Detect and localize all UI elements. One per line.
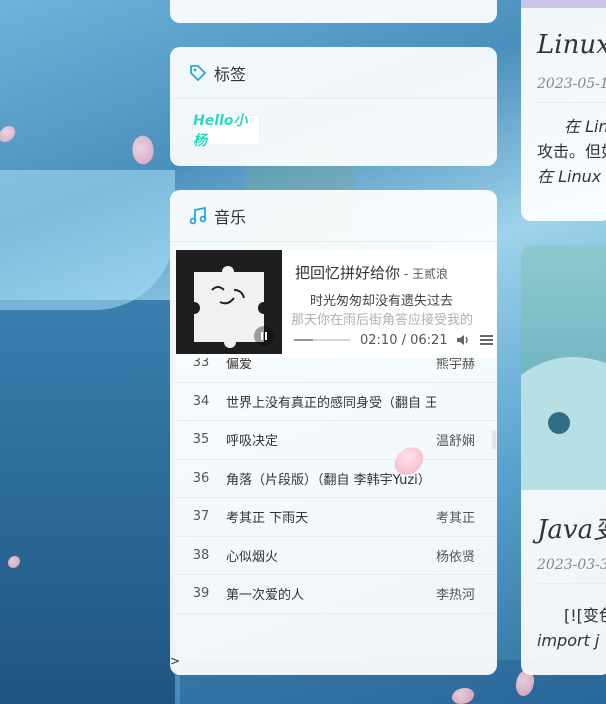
track-number: 38 <box>192 547 210 563</box>
track-name: 心似烟火 <box>226 549 279 565</box>
playlist-row[interactable]: 35 呼吸决定 温舒娴 <box>176 421 496 460</box>
time-total: 06:21 <box>410 332 448 348</box>
lyric-next: 那天你在雨后街角答应接受我的 <box>291 313 474 328</box>
track-singer: 温舒娴 <box>436 434 476 450</box>
post-card-linux[interactable]: Linux 2023-05-1 在 Lin 攻击。但如 在 Linux <box>521 0 606 221</box>
song-artist: 王贰浪 <box>411 267 448 281</box>
music-card-header: 音乐 <box>170 190 497 242</box>
track-singer: 杨依贤 <box>436 549 476 565</box>
music-player: 把回忆拼好给你 - 王贰浪 时光匆匆却没有遗失过去 那天你在雨后街角答应接受我的… <box>176 250 496 358</box>
album-cover[interactable] <box>176 250 282 354</box>
playlist: 33 偏爱 熊宇赫 34 世界上没有真正的感同身受（翻自 王 35 呼吸决定 温… <box>176 344 496 614</box>
track-name: 第一次爱的人 <box>226 588 305 604</box>
track-name: 世界上没有真正的感同身受（翻自 王 <box>226 395 436 411</box>
track-name: 考其正 下雨天 <box>226 511 309 527</box>
menu-icon[interactable] <box>479 334 493 346</box>
post-card-java[interactable]: Java变 2023-03-3 [![变色 import j <box>521 245 606 675</box>
excerpt-line: [![变色 <box>564 606 606 625</box>
tags-card: 标签 Hello小杨 <box>170 47 497 166</box>
playlist-row[interactable]: 39 第一次爱的人 李热河 <box>176 575 496 614</box>
excerpt-line: import j <box>537 631 600 650</box>
petal-decoration <box>127 133 159 167</box>
song-name: 把回忆拼好给你 <box>295 264 401 282</box>
post-excerpt: [![变色 import j <box>537 603 606 653</box>
post-cover-art <box>521 357 606 490</box>
music-card-title: 音乐 <box>214 207 247 227</box>
tags-card-title: 标签 <box>214 64 247 84</box>
progress-fill <box>294 339 314 341</box>
playlist-row[interactable]: 34 世界上没有真正的感同身受（翻自 王 <box>176 383 496 421</box>
lyric-current: 时光匆匆却没有遗失过去 <box>310 294 454 309</box>
excerpt-line: 在 Lin <box>564 117 606 136</box>
track-singer: 考其正 <box>436 511 476 527</box>
player-controls: 02:10 / 06:21 <box>294 330 494 350</box>
post-date: 2023-05-1 <box>537 76 606 92</box>
post-cover-strip <box>521 0 606 8</box>
playlist-row[interactable]: 36 角落（片段版）（翻自 李韩宇Yuzi） <box>176 460 496 498</box>
top-card-fragment <box>170 0 497 23</box>
tags-card-header: 标签 <box>170 47 497 99</box>
track-number: 34 <box>192 393 210 409</box>
track-name: 呼吸决定 <box>226 434 279 450</box>
time-display: 02:10 / 06:21 <box>360 333 448 348</box>
pause-button[interactable] <box>254 326 274 346</box>
post-date: 2023-03-3 <box>537 557 606 573</box>
post-title[interactable]: Java变 <box>537 509 606 546</box>
pause-icon <box>261 332 267 340</box>
track-number: 37 <box>192 509 210 525</box>
time-current: 02:10 <box>360 332 398 348</box>
music-card: 音乐 33 偏爱 熊宇赫 34 世界上没有真正的感同身受（翻自 王 35 呼吸决… <box>170 190 497 675</box>
excerpt-line: 在 Linux <box>537 167 602 186</box>
playlist-row[interactable]: 38 心似烟火 杨依贤 <box>176 537 496 575</box>
post-cover-image <box>521 245 606 490</box>
post-divider <box>537 102 606 103</box>
volume-icon[interactable] <box>456 333 470 347</box>
post-title[interactable]: Linux <box>537 30 606 60</box>
petal-decoration <box>0 122 18 146</box>
progress-bar[interactable] <box>294 339 350 341</box>
time-separator: / <box>397 332 411 348</box>
tag-hello-xiaoyang[interactable]: Hello小杨 <box>192 113 260 149</box>
excerpt-line: 攻击。但如 <box>537 142 606 161</box>
tag-icon <box>188 63 208 83</box>
track-number: 35 <box>192 432 210 448</box>
song-title: 把回忆拼好给你 - 王贰浪 <box>295 262 448 283</box>
player-toggle[interactable]: > <box>170 654 180 668</box>
playlist-row[interactable]: 37 考其正 下雨天 考其正 <box>176 498 496 537</box>
track-singer: 李热河 <box>436 588 476 604</box>
background-light-shape <box>0 170 175 310</box>
track-number: 36 <box>192 470 210 486</box>
post-divider <box>537 583 606 584</box>
post-excerpt: 在 Lin 攻击。但如 在 Linux <box>537 114 606 189</box>
background-dark-shape <box>0 300 175 704</box>
track-number: 39 <box>192 586 210 602</box>
artist-separator: - <box>400 267 412 281</box>
playlist-scrollbar[interactable] <box>492 430 496 450</box>
music-note-icon <box>188 206 208 226</box>
